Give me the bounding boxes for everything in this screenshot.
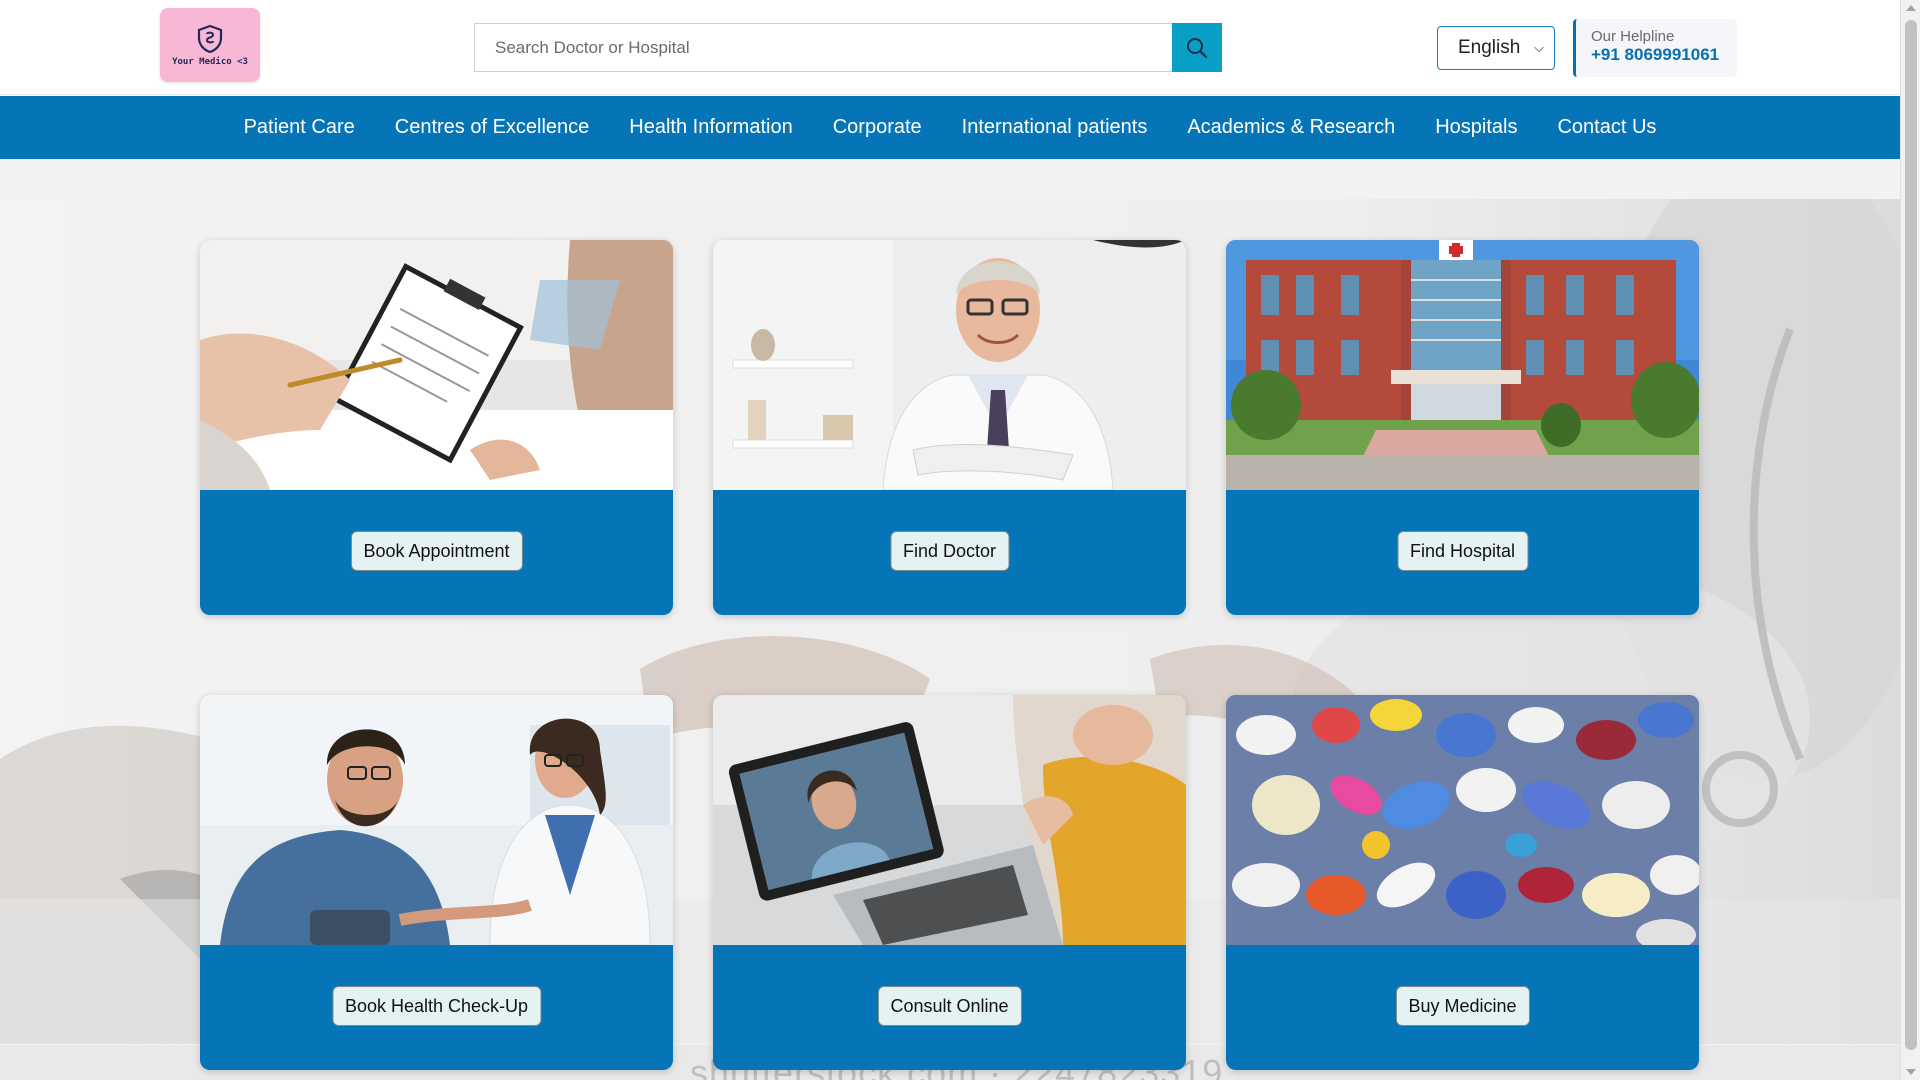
helpline-number[interactable]: +91 8069991061: [1591, 45, 1737, 65]
search-button[interactable]: [1172, 23, 1222, 72]
main-nav: Patient Care Centres of Excellence Healt…: [0, 96, 1900, 159]
search-input[interactable]: [474, 23, 1172, 72]
nav-item-academics-research[interactable]: Academics & Research: [1167, 116, 1415, 139]
card-find-hospital: Find Hospital: [1226, 240, 1699, 615]
vertical-scrollbar[interactable]: [1900, 0, 1920, 1080]
pills-capsules-photo: [1226, 695, 1699, 945]
site-header: Your Medico <3 English ⌵ Our Helpline +9…: [0, 0, 1900, 95]
nav-item-hospitals[interactable]: Hospitals: [1415, 116, 1537, 139]
chevron-down-icon: ⌵: [1534, 40, 1544, 55]
blood-pressure-checkup-photo: [200, 695, 673, 945]
shield-logo-icon: [197, 24, 223, 53]
nav-item-corporate[interactable]: Corporate: [813, 116, 942, 139]
find-hospital-button[interactable]: Find Hospital: [1396, 531, 1529, 571]
book-appointment-button[interactable]: Book Appointment: [350, 531, 523, 571]
consult-online-button[interactable]: Consult Online: [877, 986, 1022, 1026]
find-doctor-button[interactable]: Find Doctor: [889, 531, 1010, 571]
helpline-label: Our Helpline: [1591, 28, 1675, 45]
smiling-doctor-photo: [713, 240, 1186, 490]
logo-text: Your Medico <3: [172, 56, 248, 67]
main-content: shutterstock.com · 2247823319 Book Appoi…: [0, 159, 1900, 1080]
card-book-health-checkup: Book Health Check-Up: [200, 695, 673, 1070]
search-bar: [474, 23, 1222, 72]
buy-medicine-button[interactable]: Buy Medicine: [1395, 986, 1530, 1026]
nav-item-health-information[interactable]: Health Information: [609, 116, 812, 139]
card-find-doctor: Find Doctor: [713, 240, 1186, 615]
nav-item-international-patients[interactable]: International patients: [942, 116, 1168, 139]
scrollbar-thumb[interactable]: [1905, 20, 1917, 1050]
nav-item-contact-us[interactable]: Contact Us: [1537, 116, 1676, 139]
card-consult-online: Consult Online: [713, 695, 1186, 1070]
card-book-appointment: Book Appointment: [200, 240, 673, 615]
book-health-checkup-button[interactable]: Book Health Check-Up: [331, 986, 542, 1026]
scroll-up-arrow-icon[interactable]: [1906, 5, 1916, 11]
hospital-building-photo: [1226, 240, 1699, 490]
card-buy-medicine: Buy Medicine: [1226, 695, 1699, 1070]
clipboard-consultation-photo: [200, 240, 673, 490]
helpline-box: Our Helpline +91 8069991061: [1573, 19, 1737, 77]
video-call-laptop-photo: [713, 695, 1186, 945]
language-select[interactable]: English ⌵: [1437, 26, 1555, 70]
search-icon: [1187, 37, 1208, 58]
site-logo[interactable]: Your Medico <3: [160, 8, 260, 82]
nav-item-centres-of-excellence[interactable]: Centres of Excellence: [375, 116, 610, 139]
scroll-down-arrow-icon[interactable]: [1906, 1069, 1916, 1075]
language-selected-value: English: [1458, 37, 1521, 58]
nav-item-patient-care[interactable]: Patient Care: [224, 116, 375, 139]
